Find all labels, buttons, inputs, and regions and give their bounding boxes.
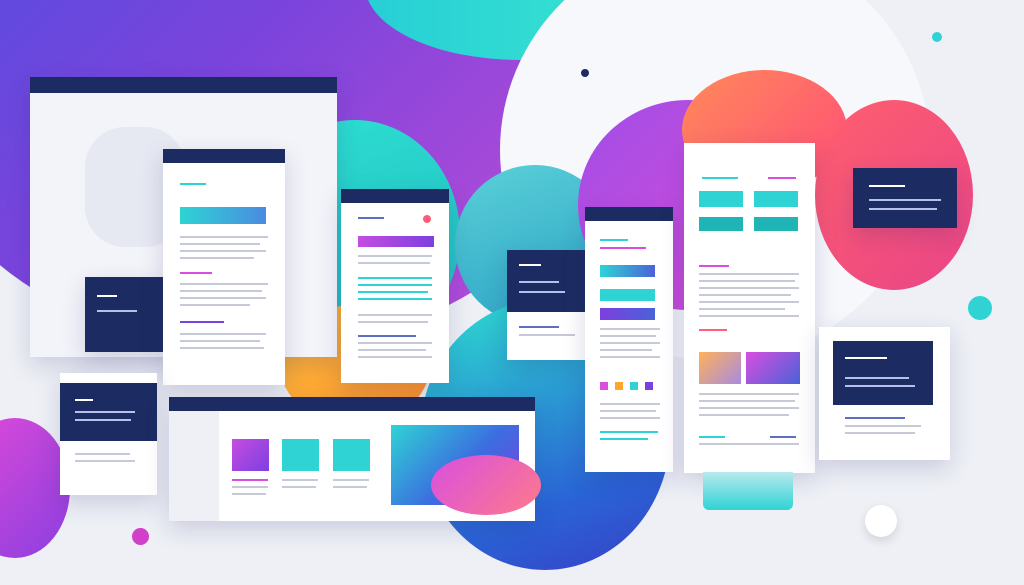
document-card [684, 143, 815, 473]
dot [581, 69, 589, 77]
text-card-small [60, 373, 157, 495]
document-card [507, 250, 586, 360]
label-card-left [85, 277, 165, 352]
document-card [585, 207, 673, 472]
illustration-scene [0, 0, 1024, 585]
dot [968, 296, 992, 320]
text-card-right [819, 327, 950, 460]
label-card-right [853, 168, 957, 228]
wide-browser-window [169, 397, 541, 521]
dot [865, 505, 897, 537]
dot [932, 32, 942, 42]
dot [132, 528, 149, 545]
document-card [163, 149, 285, 385]
monitor-stand [703, 472, 793, 510]
document-card [341, 189, 449, 383]
